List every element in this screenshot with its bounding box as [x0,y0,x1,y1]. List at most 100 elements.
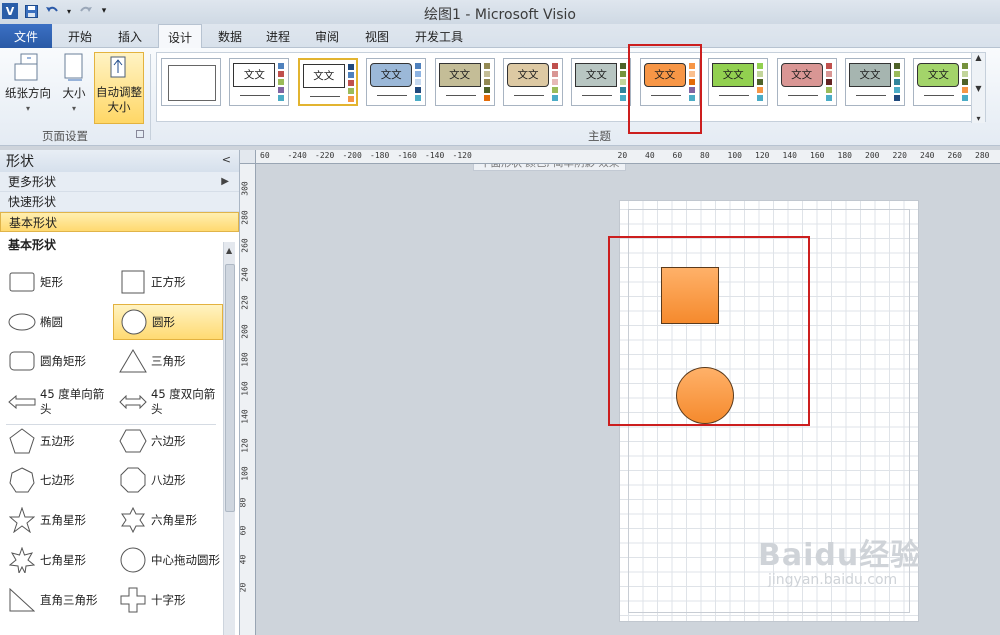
theme-thumbnail[interactable]: 文文 [571,58,632,106]
stencil-shape-cross[interactable]: 十字形 [113,582,223,618]
theme-preview-swatch: 文文 [438,63,481,87]
tab-developer[interactable]: 开发工具 [408,24,470,48]
theme-thumbnail[interactable]: 文文 [845,58,905,106]
theme-color-bar [825,63,832,103]
cross-icon [119,586,147,614]
orientation-label: 纸张方向 [5,86,51,100]
page-setup-dialog-launcher-icon[interactable] [136,130,144,138]
stencil-shape-ellipse[interactable]: 椭圆 [2,304,112,340]
ruler-tick-label: 240 [240,266,250,282]
tab-home[interactable]: 开始 [60,24,100,48]
stencil-shape-six-point-star[interactable]: 六角星形 [113,502,223,538]
chevron-right-icon: ▶ [221,176,229,187]
ruler-tick-label: 260 [947,151,962,160]
stencil-shape-label: 六边形 [151,434,186,448]
stencil-shape-label: 三角形 [151,354,186,368]
stencil-shape-rectangle[interactable]: 矩形 [2,264,112,300]
tab-design[interactable]: 设计 [158,24,202,49]
scrollbar-thumb[interactable] [225,264,235,512]
stencil-shape-rounded-rectangle[interactable]: 圆角矩形 [2,343,112,379]
ruler-tick-label: -160 [397,151,417,160]
theme-color-chip [552,79,558,85]
hexagon-icon [119,427,147,455]
orientation-button[interactable]: 纸张方向 ▾ [4,52,52,116]
gallery-more-icon[interactable]: ▾ [976,114,980,123]
stencil-shape-triangle[interactable]: 三角形 [113,343,223,379]
theme-color-chip [483,71,490,77]
stencil-shape-hexagon[interactable]: 六边形 [113,423,223,459]
theme-connector-line [582,95,613,96]
theme-color-bar [483,63,490,103]
theme-thumbnail[interactable]: 文文 [297,58,358,106]
theme-color-bar [757,63,764,103]
theme-thumbnail[interactable]: 文文 [708,58,769,106]
ruler-tick-label: 140 [782,151,797,160]
theme-color-chip [825,63,832,69]
ruler-tick-label: -200 [342,151,362,160]
basic-shapes-stencil-tab[interactable]: 基本形状 [0,212,239,232]
stencil-shape-pentagon[interactable]: 五边形 [2,423,112,459]
theme-color-chip [894,87,900,93]
theme-color-chip [483,79,490,85]
stencil-shape-single-arrow[interactable]: 45 度单向箭头 [2,384,112,420]
stencil-shape-seven-point-star[interactable]: 七角星形 [2,542,112,578]
stencil-shape-right-triangle[interactable]: 直角三角形 [2,582,112,618]
stencil-shape-double-arrow[interactable]: 45 度双向箭头 [113,384,223,420]
more-shapes-menu[interactable]: 更多形状 ▶ [0,172,239,192]
theme-thumbnail[interactable]: 文文 [503,58,563,106]
square-icon [119,268,147,296]
stencil-shape-square[interactable]: 正方形 [113,264,223,300]
quick-shapes-item[interactable]: 快速形状 [0,192,239,212]
theme-color-chip [757,95,764,101]
dropdown-arrow-icon: ▾ [25,104,30,113]
rounded-rectangle-icon [8,347,36,375]
ruler-tick-label: 20 [240,582,248,593]
auto-size-label-line1: 自动调整 [96,85,142,99]
theme-color-chip [278,63,285,69]
theme-thumbnail[interactable]: 文文 [229,58,290,106]
stencil-scrollbar[interactable]: ▲ [223,242,235,635]
theme-color-chip [825,79,832,85]
stencil-shape-octagon[interactable]: 八边形 [113,462,223,498]
ribbon-design: 纸张方向 ▾ 大小 ▾ 自动调整 大小 页面设置 文文 文文 文文 文文 文文 文文 文文 文… [0,48,1000,146]
theme-preview-swatch: 文文 [849,63,891,87]
stencil-shape-five-point-star[interactable]: 五角星形 [2,502,112,538]
theme-color-chip [415,87,422,93]
ruler-tick-label: 40 [645,151,655,160]
scroll-up-icon[interactable]: ▲ [226,246,232,255]
heptagon-icon [8,466,36,494]
tab-process[interactable]: 进程 [258,24,298,48]
tab-review[interactable]: 审阅 [307,24,347,48]
theme-color-chip [347,72,354,78]
theme-preview-swatch: 文文 [575,63,618,87]
theme-color-chip [757,71,764,77]
tab-data[interactable]: 数据 [210,24,250,48]
gallery-scroll[interactable]: ▲ ▼ ▾ [971,53,985,123]
size-button[interactable]: 大小 ▾ [58,52,90,116]
theme-thumbnail[interactable]: 文文 [776,58,837,106]
tab-file[interactable]: 文件 [0,24,52,48]
gallery-up-icon[interactable]: ▲ [975,53,981,62]
theme-thumbnail[interactable] [161,58,221,106]
theme-color-chip [415,95,422,101]
theme-color-bar [278,63,285,103]
auto-size-button[interactable]: 自动调整 大小 [94,52,144,124]
seven-point-star-icon [8,546,36,574]
theme-thumbnail[interactable]: 文文 [366,58,427,106]
theme-thumbnail[interactable]: 文文 [913,58,974,106]
theme-thumbnail[interactable]: 文文 [434,58,495,106]
ruler-tick-label: -120 [452,151,472,160]
tab-view[interactable]: 视图 [357,24,397,48]
theme-color-chip [962,71,969,77]
stencil-shape-circle[interactable]: 圆形 [113,304,223,340]
stencil-shape-center-drag-circle[interactable]: 中心拖动圆形 [113,542,223,578]
collapse-pane-icon[interactable]: < [222,153,231,166]
dropdown-arrow-icon: ▾ [71,104,76,113]
theme-color-bar [347,64,354,104]
tab-insert[interactable]: 插入 [110,24,150,48]
ruler-tick-label: 260 [240,238,250,253]
gallery-down-icon[interactable]: ▼ [975,84,981,93]
stencil-shape-heptagon[interactable]: 七边形 [2,462,112,498]
orientation-icon [14,53,38,81]
theme-color-chip [347,64,354,70]
